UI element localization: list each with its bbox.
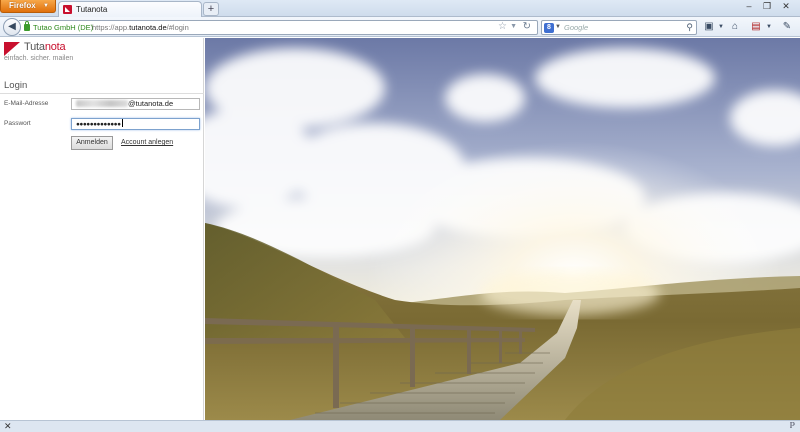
login-button[interactable]: Anmelden bbox=[71, 136, 113, 150]
brand-logo: Tutanota bbox=[24, 41, 66, 53]
search-engine-icon[interactable]: 8 bbox=[544, 23, 554, 33]
url-prefix: https://app. bbox=[92, 23, 130, 32]
new-tab-button[interactable]: + bbox=[203, 2, 219, 16]
home-icon[interactable]: ⌂ bbox=[728, 20, 742, 34]
close-icon[interactable]: ✕ bbox=[4, 421, 12, 432]
url-text[interactable]: https://app.tutanota.de/#login bbox=[92, 23, 189, 32]
close-window-icon[interactable]: ✕ bbox=[779, 1, 793, 12]
wrench-icon[interactable]: ✎ bbox=[780, 20, 794, 34]
chevron-down-icon: ▼ bbox=[43, 3, 49, 9]
url-bar[interactable]: Tutao GmbH (DE) https://app.tutanota.de/… bbox=[19, 20, 538, 35]
chevron-down-icon[interactable]: ▼ bbox=[714, 20, 728, 34]
search-placeholder: Google bbox=[564, 23, 589, 32]
addon-icon[interactable]: ▤ bbox=[749, 20, 763, 34]
email-label: E-Mail-Adresse bbox=[4, 100, 49, 107]
landscape-background-image bbox=[205, 38, 800, 420]
status-bar: ✕ ℙ bbox=[0, 420, 800, 432]
browser-titlebar: Firefox ▼ Tutanota + – ❐ ✕ bbox=[0, 0, 800, 17]
brand-name-b: nota bbox=[44, 41, 66, 53]
site-identity[interactable]: Tutao GmbH (DE) bbox=[33, 23, 93, 32]
arrow-left-icon: ◀ bbox=[8, 21, 16, 32]
text-caret bbox=[121, 119, 123, 127]
reload-icon[interactable]: ↻ bbox=[523, 21, 531, 32]
redacted-username bbox=[76, 100, 128, 107]
search-bar[interactable]: 8 ▼ Google ⚲ bbox=[541, 20, 697, 35]
login-heading: Login bbox=[4, 80, 28, 91]
tutanota-favicon-icon bbox=[63, 5, 72, 14]
tutanota-logo-icon bbox=[4, 42, 20, 56]
page-content: Tutanota einfach. sicher. mailen Login E… bbox=[0, 38, 800, 420]
tab-tutanota[interactable]: Tutanota bbox=[58, 1, 202, 17]
back-button[interactable]: ◀ bbox=[3, 18, 21, 36]
restore-icon[interactable]: ❐ bbox=[760, 1, 774, 12]
password-label: Passwort bbox=[4, 120, 31, 127]
minimize-icon[interactable]: – bbox=[742, 1, 756, 11]
password-value: ●●●●●●●●●●●●● bbox=[76, 121, 121, 128]
brand-name-a: Tuta bbox=[24, 41, 45, 53]
star-icon[interactable]: ☆ bbox=[498, 21, 507, 32]
lock-icon bbox=[24, 21, 30, 31]
brand-slogan: einfach. sicher. mailen bbox=[4, 55, 74, 62]
magnifier-icon[interactable]: ⚲ bbox=[686, 22, 693, 33]
create-account-link[interactable]: Account anlegen bbox=[121, 139, 173, 146]
divider bbox=[0, 93, 204, 94]
email-domain: @tutanota.de bbox=[128, 99, 174, 108]
password-field[interactable]: ●●●●●●●●●●●●● bbox=[71, 118, 200, 130]
login-sidebar: Tutanota einfach. sicher. mailen Login E… bbox=[0, 38, 204, 420]
chevron-down-icon[interactable]: ▼ bbox=[510, 23, 517, 30]
url-host: tutanota.de bbox=[129, 23, 167, 32]
url-path: /#login bbox=[166, 23, 189, 32]
email-field[interactable]: @tutanota.de bbox=[71, 98, 200, 110]
chevron-down-icon[interactable]: ▼ bbox=[762, 20, 776, 34]
navigation-toolbar: Tutao GmbH (DE) https://app.tutanota.de/… bbox=[0, 17, 800, 37]
firefox-menu-label: Firefox bbox=[9, 1, 36, 10]
firefox-menu-button[interactable]: Firefox ▼ bbox=[0, 0, 56, 13]
tab-title: Tutanota bbox=[76, 5, 108, 14]
addon-bar-icon[interactable]: ℙ bbox=[789, 421, 795, 430]
chevron-down-icon[interactable]: ▼ bbox=[555, 24, 561, 30]
